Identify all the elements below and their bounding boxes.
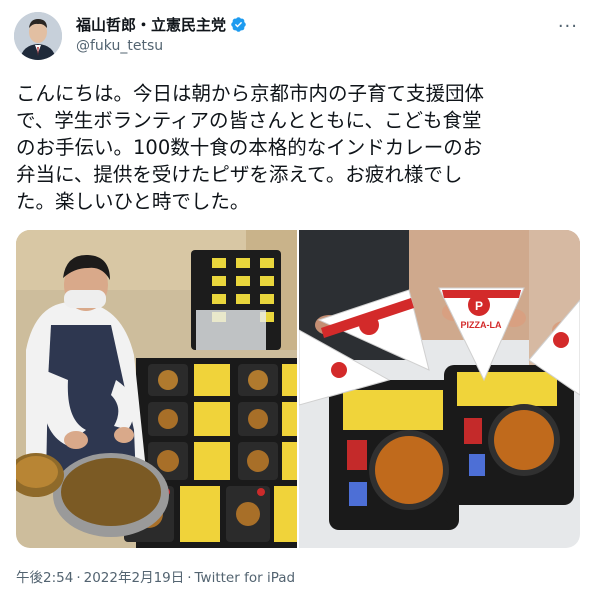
photo-pizza-bento-image: P PIZZA-LA	[299, 230, 580, 548]
tweet-text: こんにちは。今日は朝から京都市内の子育て支援団体 で、学生ボランティアの皆さんと…	[16, 80, 576, 215]
meta-separator: ·	[187, 570, 192, 586]
tweet-time[interactable]: 午後2:54	[16, 570, 73, 586]
tweet-text-line: で、学生ボランティアの皆さんとともに、こども食堂	[16, 109, 482, 132]
more-options-icon[interactable]: ···	[558, 16, 578, 37]
tweet-text-line: た。楽しいひと時でした。	[16, 190, 250, 213]
author-handle[interactable]: @fuku_tetsu	[76, 38, 163, 54]
verified-badge-icon	[231, 17, 246, 32]
avatar-image	[14, 12, 62, 60]
tweet-media: P PIZZA-LA	[16, 230, 580, 548]
pizza-logo-letter: P	[475, 299, 483, 313]
photo-curry-serving[interactable]	[16, 230, 297, 548]
photo-curry-serving-image	[16, 230, 297, 548]
photo-pizza-bento[interactable]: P PIZZA-LA	[299, 230, 580, 548]
author-name-row: 福山哲郎・立憲民主党	[76, 14, 247, 35]
pizza-brand-label: PIZZA-LA	[461, 320, 502, 330]
tweet-date[interactable]: 2022年2月19日	[84, 570, 185, 586]
tweet-meta: 午後2:54 · 2022年2月19日 · Twitter for iPad	[16, 566, 295, 586]
author-display-name[interactable]: 福山哲郎・立憲民主党	[76, 14, 226, 35]
tweet-source[interactable]: Twitter for iPad	[195, 570, 296, 586]
meta-separator: ·	[76, 570, 81, 586]
tweet-text-line: 弁当に、提供を受けたピザを添えて。お疲れ様でし	[16, 163, 463, 186]
tweet-text-line: のお手伝い。100数十食の本格的なインドカレーのお	[16, 136, 483, 159]
tweet-text-line: こんにちは。今日は朝から京都市内の子育て支援団体	[16, 82, 485, 105]
avatar[interactable]	[14, 12, 62, 60]
